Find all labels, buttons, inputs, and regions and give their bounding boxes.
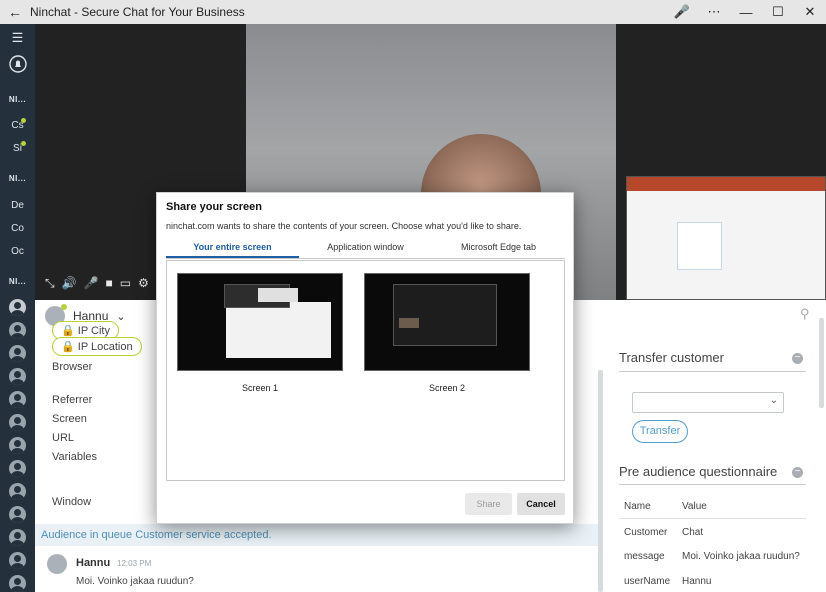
share-screen-dialog: Share your screen ninchat.com wants to s… [156,192,574,524]
info-panel: ⚲ Transfer customer − ⌄ Transfer Pre aud… [603,300,826,592]
rail-channel-oc[interactable]: Oc [0,246,35,257]
divider [619,371,806,372]
online-indicator [61,304,67,310]
transfer-button[interactable]: Transfer [632,420,688,443]
rail-avatar[interactable] [9,414,26,431]
hamburger-menu-icon[interactable]: ☰ [0,30,35,46]
screen-1-preview[interactable] [177,273,343,371]
table-cell-value: Chat [682,527,704,538]
chevron-down-icon[interactable]: ⌄ [116,310,125,323]
meta-label-window: Window [52,496,92,508]
settings-icon[interactable]: ⚙ [138,276,149,291]
screen-2-label: Screen 2 [428,383,466,393]
rail-avatar[interactable] [9,460,26,477]
share-button[interactable]: Share [465,493,512,515]
collapse-icon[interactable]: − [792,353,803,364]
meta-label-referrer: Referrer [52,394,93,406]
questionnaire-title: Pre audience questionnaire [619,464,778,479]
chevron-down-icon: ⌄ [769,395,778,406]
video-controls: ⤡ 🔊 🎤 ■ ▭ ⚙ [45,276,149,291]
meta-label-variables: Variables [52,451,98,463]
transfer-queue-select[interactable]: ⌄ [632,392,784,413]
rail-avatar[interactable] [9,552,26,569]
rail-avatar-active[interactable] [9,299,26,316]
meta-label-screen: Screen [52,413,87,425]
rail-channel-cs[interactable]: Cs [0,120,35,131]
close-icon[interactable]: ✕ [794,4,826,20]
unread-dot [21,141,26,146]
left-rail: ☰ NI... Cs Si NI... De Co Oc NI... [0,24,35,592]
rail-avatar[interactable] [9,391,26,408]
rail-avatar[interactable] [9,368,26,385]
more-icon[interactable]: ⋯ [698,4,730,20]
message-author: Hannu [76,557,111,569]
minimize-icon[interactable]: — [730,5,762,20]
table-cell-name: userName [624,576,671,587]
rail-avatar[interactable] [9,575,26,592]
expand-icon[interactable]: ⤡ [45,276,55,291]
queue-notice: Audience in queue Customer service accep… [35,524,603,546]
source-tabs: Your entire screen Application window Mi… [166,239,565,259]
divider [619,518,806,519]
ip-location-chip[interactable]: 🔒 IP Location [52,337,142,356]
table-cell-name: Customer [624,527,668,538]
scrollbar[interactable] [819,318,824,408]
rail-avatar[interactable] [9,437,26,454]
meta-label-browser: Browser [52,361,93,373]
rail-avatar[interactable] [9,483,26,500]
screen-icon[interactable]: ▭ [120,276,131,291]
table-header-name: Name [624,501,651,512]
back-arrow-icon[interactable]: ← [0,4,30,20]
meta-label-url: URL [52,432,75,444]
mic-icon[interactable]: 🎤 [84,276,99,291]
screen-share-thumbnail[interactable] [626,176,826,300]
table-cell-value: Moi. Voinko jakaa ruudun? [682,551,800,562]
screen-picker: Screen 1 Screen 2 [166,260,565,481]
maximize-icon[interactable]: ☐ [762,4,794,20]
divider [619,484,806,485]
dialog-title: Share your screen [166,201,262,213]
message-text: Moi. Voinko jakaa ruudun? [76,576,194,587]
cancel-button[interactable]: Cancel [517,493,565,515]
table-cell-name: message [624,551,665,562]
rail-group-label: NI... [8,174,27,183]
screen-1-label: Screen 1 [241,383,279,393]
tab-entire-screen[interactable]: Your entire screen [166,239,299,258]
avatar [47,554,67,574]
window-titlebar: ← Ninchat - Secure Chat for Your Busines… [0,0,826,24]
dialog-subtitle: ninchat.com wants to share the contents … [166,221,522,231]
screen-2-preview[interactable] [364,273,530,371]
window-title: Ninchat - Secure Chat for Your Business [30,5,245,19]
volume-icon[interactable]: 🔊 [62,276,77,291]
rail-channel-si[interactable]: Si [0,143,35,154]
rail-avatar[interactable] [9,506,26,523]
tab-edge-tab[interactable]: Microsoft Edge tab [432,239,565,258]
unread-dot [21,118,26,123]
mic-icon[interactable]: 🎤 [666,4,698,20]
table-header-value: Value [682,501,707,512]
rail-channel-co[interactable]: Co [0,223,35,234]
document-preview [677,222,722,270]
message-time: 12:03 PM [117,559,152,568]
rail-channel-de[interactable]: De [0,200,35,211]
collapse-icon[interactable]: − [792,467,803,478]
tab-application-window[interactable]: Application window [299,239,432,258]
rail-avatar[interactable] [9,322,26,339]
search-icon[interactable]: ⚲ [800,306,810,322]
rail-avatar[interactable] [9,345,26,362]
rail-group-label: NI... [8,95,27,104]
rail-group-label: NI... [8,277,27,286]
table-cell-value: Hannu [682,576,712,587]
transfer-title: Transfer customer [619,350,724,365]
camera-icon[interactable]: ■ [106,276,113,291]
rail-avatar[interactable] [9,529,26,546]
bell-icon[interactable] [0,55,35,76]
